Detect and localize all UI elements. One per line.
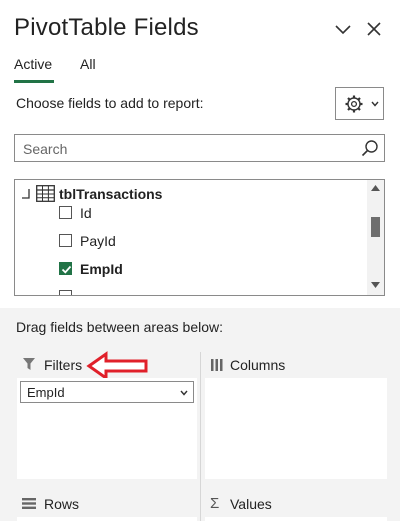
values-label: Values [230,496,272,512]
active-tab-indicator [14,80,54,83]
panel-title: PivotTable Fields [14,14,199,41]
field-label-empid[interactable]: EmpId [80,261,123,277]
filter-field-label: EmpId [27,385,65,400]
sigma-icon: Σ [210,495,220,512]
tab-active[interactable]: Active [14,56,52,72]
filter-field-empid[interactable]: EmpId [20,381,194,403]
search-icon[interactable] [361,139,379,157]
field-list-scrollbar[interactable] [367,180,384,295]
scroll-up-icon[interactable] [370,184,381,192]
chevron-down-icon [371,101,379,107]
scroll-down-icon[interactable] [370,281,381,289]
field-checkbox-empid[interactable] [59,262,72,275]
areas-divider [200,352,201,521]
close-icon[interactable] [363,18,385,40]
table-icon [36,185,55,202]
field-checkbox-id[interactable] [59,206,72,219]
drag-fields-label: Drag fields between areas below: [16,319,224,335]
field-checkbox-partial[interactable] [59,290,72,295]
choose-fields-label: Choose fields to add to report: [16,95,204,111]
field-list-settings-button[interactable] [335,87,384,120]
chevron-down-icon[interactable] [332,18,354,40]
scroll-thumb[interactable] [371,217,380,237]
columns-icon [211,359,223,371]
columns-label: Columns [230,357,286,373]
field-list: tblTransactions Id PayId EmpId [14,179,385,296]
tree-collapse-icon[interactable] [21,188,31,200]
search-box [14,134,385,162]
checkmark-icon [61,265,72,274]
rows-icon [22,498,36,509]
table-name[interactable]: tblTransactions [59,186,162,202]
gear-icon [345,95,363,113]
field-label-id[interactable]: Id [80,205,92,221]
rows-area[interactable] [17,517,197,521]
values-area[interactable] [205,517,387,521]
rows-label: Rows [44,496,80,512]
arrow-annotation-icon [86,351,148,381]
filters-label: Filters [44,357,83,373]
tab-all[interactable]: All [80,56,96,72]
field-checkbox-payid[interactable] [59,234,72,247]
columns-area[interactable] [205,378,387,479]
search-input[interactable] [21,138,355,160]
chevron-down-icon[interactable] [179,388,189,398]
filter-icon [23,358,35,370]
field-label-payid[interactable]: PayId [80,233,116,249]
